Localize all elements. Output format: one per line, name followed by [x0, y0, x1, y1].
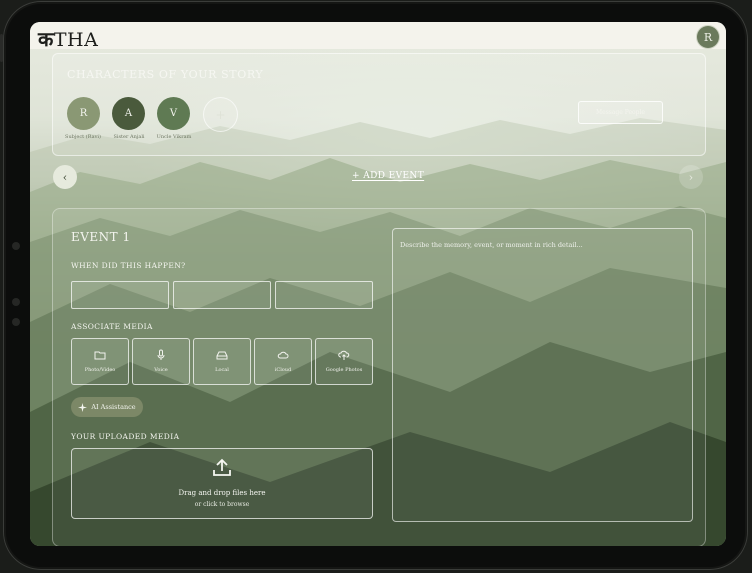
date-field-month[interactable] [173, 281, 271, 309]
photo-video-button[interactable]: Photo/Video [71, 338, 129, 385]
media-label-text: Voice [154, 367, 168, 373]
upload-icon [213, 458, 231, 476]
prev-event-button[interactable]: ‹ [53, 165, 77, 189]
sparkle-icon [78, 402, 88, 412]
media-label-text: Photo/Video [84, 367, 116, 373]
cloud-icon [277, 351, 289, 359]
media-label-text: Google Photos [325, 367, 363, 373]
ai-assistance-button[interactable]: AI Assistance [71, 397, 143, 417]
character-label: Uncle Vikram [156, 134, 192, 140]
message-people-button[interactable]: Message People [578, 101, 663, 124]
local-button[interactable]: Local [193, 338, 251, 385]
date-field-day[interactable] [71, 281, 169, 309]
file-drop-zone[interactable]: Drag and drop files here or click to bro… [71, 448, 373, 519]
logo-text: THA [53, 29, 99, 51]
microphone-icon [157, 349, 165, 360]
character-avatar[interactable]: A [112, 97, 145, 130]
user-avatar[interactable]: R [697, 26, 719, 48]
icloud-button[interactable]: iCloud [254, 338, 312, 385]
character-avatar[interactable]: V [157, 97, 190, 130]
app-screen: कTHA R CHARACTERS OF YOUR STORY R Subjec… [30, 22, 726, 546]
characters-panel: CHARACTERS OF YOUR STORY R Subject (Ravi… [52, 53, 706, 156]
description-placeholder: Describe the memory, event, or moment in… [400, 241, 583, 249]
folder-icon [94, 351, 106, 360]
ai-assistance-label: AI Assistance [91, 403, 136, 411]
uploaded-media-label: YOUR UPLOADED MEDIA [71, 432, 180, 441]
camera-dot [12, 298, 20, 306]
event-title: EVENT 1 [71, 230, 131, 244]
logo-deva: क [38, 27, 54, 51]
drive-icon [216, 351, 228, 360]
characters-title: CHARACTERS OF YOUR STORY [67, 68, 264, 81]
media-label-text: iCloud [274, 367, 292, 373]
media-label-text: Local [215, 367, 229, 373]
next-event-button[interactable]: › [679, 165, 703, 189]
top-header: कTHA R [30, 22, 726, 52]
google-photos-button[interactable]: Google Photos [315, 338, 373, 385]
app-logo[interactable]: कTHA [38, 25, 98, 52]
when-label: WHEN DID THIS HAPPEN? [71, 261, 186, 270]
camera-dot [12, 318, 20, 326]
description-textarea[interactable]: Describe the memory, event, or moment in… [392, 228, 693, 522]
camera-dot [12, 242, 20, 250]
voice-button[interactable]: Voice [132, 338, 190, 385]
add-character-button[interactable]: + [203, 97, 238, 132]
drop-title: Drag and drop files here [178, 489, 266, 497]
add-event-button[interactable]: + ADD EVENT [352, 171, 424, 181]
character-avatar[interactable]: R [67, 97, 100, 130]
character-label: Sister Anjali [113, 134, 145, 140]
side-button [0, 34, 3, 62]
drop-subtitle: or click to browse [194, 501, 250, 508]
cloud-upload-icon [338, 350, 350, 360]
media-label: ASSOCIATE MEDIA [71, 322, 153, 331]
date-field-year[interactable] [275, 281, 373, 309]
character-label: Subject (Ravi) [65, 134, 101, 140]
